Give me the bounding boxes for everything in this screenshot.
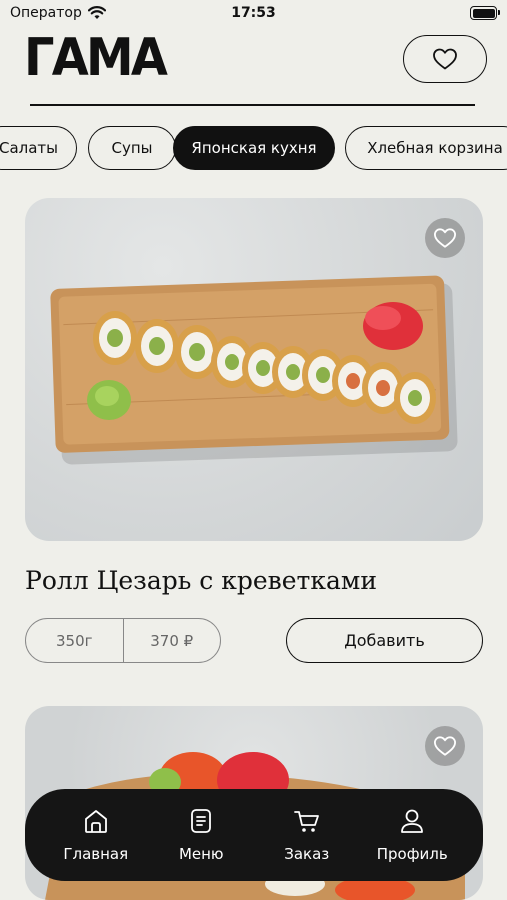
status-bar: Оператор 17:53 (0, 0, 507, 30)
home-icon (84, 810, 107, 833)
tab-home[interactable]: Главная (46, 807, 146, 863)
favorite-toggle[interactable] (425, 726, 465, 766)
sushi-roll-photo (50, 275, 458, 465)
favorite-toggle[interactable] (425, 218, 465, 258)
add-to-cart-button[interactable]: Добавить (286, 618, 483, 663)
tab-label: Заказ (284, 845, 330, 863)
category-chip-bread[interactable]: Хлебная корзина (345, 126, 507, 170)
menu-icon (191, 809, 212, 833)
tab-profile[interactable]: Профиль (362, 807, 462, 863)
category-tabs: Салаты Супы Японская кухня Хлебная корзи… (0, 126, 507, 172)
heart-icon (433, 48, 457, 70)
header-divider (30, 104, 475, 106)
tab-menu[interactable]: Меню (151, 807, 251, 863)
bottom-tab-bar: Главная Меню Заказ Профиль (25, 789, 483, 881)
product-title: Ролл Цезарь с креветками (25, 566, 377, 595)
header: ГАМА (0, 30, 507, 110)
tab-label: Главная (63, 845, 129, 863)
product-price: 370 ₽ (122, 619, 221, 662)
favorites-button[interactable] (403, 35, 487, 83)
category-chip-japanese[interactable]: Японская кухня (173, 126, 335, 170)
category-chip-salads[interactable]: Салаты (0, 126, 77, 170)
status-time: 17:53 (231, 5, 276, 21)
heart-icon (433, 228, 456, 248)
profile-icon (401, 809, 424, 833)
tab-label: Меню (178, 845, 224, 863)
tab-label: Профиль (376, 845, 448, 863)
tab-order[interactable]: Заказ (257, 807, 357, 863)
battery-icon (470, 6, 500, 20)
heart-icon (433, 736, 456, 756)
cart-icon (293, 811, 319, 832)
product-info-pill: 350г 370 ₽ (25, 618, 221, 663)
logo: ГАМА (24, 28, 168, 88)
product-weight: 350г (55, 631, 93, 650)
category-chip-soups[interactable]: Супы (88, 126, 176, 170)
product-image[interactable] (25, 198, 483, 541)
